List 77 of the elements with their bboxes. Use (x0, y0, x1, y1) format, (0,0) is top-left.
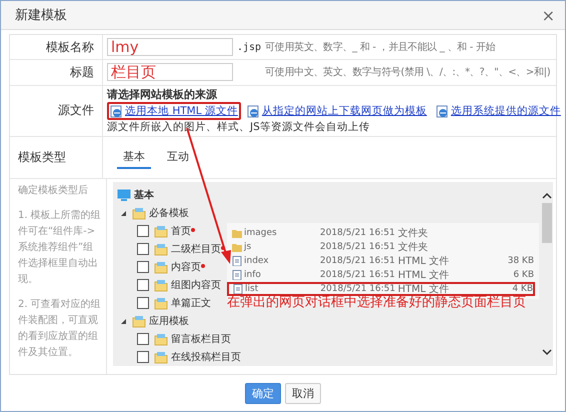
file-size: 6 KB (512, 270, 534, 280)
hint-text: 可使用英文、数字、_ 和 - ，并且不能以 _ 、和 - 开始 (265, 40, 496, 54)
file-name: info (244, 270, 261, 280)
scroll-up-icon (542, 192, 552, 200)
source-link[interactable]: 从指定的网站上下载网页做为模板 (244, 102, 430, 120)
annotation-text: 在弹出的网页对话框中选择准备好的静态页面栏目页 (227, 294, 526, 311)
tab[interactable]: 基本 (117, 146, 151, 170)
folder-icon (154, 332, 168, 346)
folder-icon (154, 242, 168, 256)
tree-item[interactable]: 单篇正文 (171, 296, 211, 310)
file-name: js (244, 242, 252, 252)
file-extension: .jsp (236, 42, 262, 53)
file-name: index (244, 256, 269, 266)
file-type: 文件夹 (398, 226, 429, 240)
folder-icon (154, 350, 168, 364)
source-heading: 请选择网站模板的来源 (107, 87, 217, 102)
file-type: HTML 文件 (398, 254, 450, 268)
file-date: 2018/5/21 16:51 (320, 242, 396, 252)
cancel-button[interactable]: 取消 (285, 382, 321, 404)
input-field[interactable]: lmy (107, 38, 233, 56)
window-title: 新建模板 (15, 7, 67, 24)
monitor-icon (117, 189, 131, 202)
document-icon (436, 104, 449, 118)
checkbox[interactable] (137, 243, 149, 256)
file-name: list (245, 284, 258, 294)
file-date: 2018/5/21 16:51 (320, 256, 396, 266)
tree-item[interactable]: 基本 (134, 188, 154, 202)
input-field[interactable]: 栏目页 (107, 63, 233, 82)
source-note: 源文件所嵌入的图片、样式、JS等资源文件会自动上传 (107, 120, 370, 134)
file-date: 2018/5/21 16:51 (320, 228, 396, 238)
help-text: 2. 可查看对应的组件装配图，可直观的看到应放置的组件及其位置。 (18, 298, 102, 360)
field-label: 标题 (10, 60, 103, 85)
source-link[interactable]: 选用系统提供的源文件 (432, 102, 564, 120)
checkbox[interactable] (137, 297, 149, 310)
document-icon (110, 104, 123, 118)
tree-item[interactable]: 内容页 (171, 260, 201, 274)
help-text: 确定模板类型后 (18, 184, 89, 198)
scroll-down-icon (542, 349, 552, 356)
scrollbar-thumb[interactable] (542, 203, 552, 244)
source-link[interactable]: 选用本地 HTML 源文件 (107, 102, 241, 120)
checkbox[interactable] (137, 225, 149, 238)
tree-item[interactable]: 组图内容页 (171, 278, 221, 292)
folder-icon (132, 206, 146, 220)
tree-item[interactable]: 首页 (171, 224, 191, 238)
file-type: HTML 文件 (398, 268, 450, 282)
tree-item[interactable]: 应用模板 (149, 314, 189, 328)
help-text: 1. 模板上所需的组件可在“组件库->系统推荐组件”组件选择框里自动出现。 (18, 208, 102, 288)
tree-item[interactable]: 二级栏目页 (171, 242, 221, 256)
folder-icon (132, 314, 146, 328)
file-size: 4 KB (511, 284, 534, 294)
hint-text: 可使用中文、英文、数字与符号(禁用 \、/、:、*、?、"、<、>和|) (265, 66, 550, 80)
tab[interactable]: 互动 (161, 146, 195, 170)
file-name: images (244, 228, 277, 238)
file-icon (232, 270, 242, 280)
checkbox[interactable] (137, 333, 149, 346)
file-size: 38 KB (506, 256, 534, 266)
checkbox[interactable] (137, 351, 149, 364)
folder-icon (154, 278, 168, 292)
tree-item[interactable]: 留言板栏目页 (171, 332, 231, 346)
file-icon (232, 256, 242, 266)
checkbox[interactable] (137, 279, 149, 292)
field-label: 源文件 (10, 86, 103, 136)
folder-icon (154, 224, 168, 238)
field-label: 模板名称 (10, 35, 103, 60)
file-type: HTML 文件 (398, 282, 450, 295)
field-label: 模板类型 (10, 137, 103, 178)
checkbox[interactable] (137, 261, 149, 274)
close-button[interactable]: × (542, 6, 555, 24)
folder-icon (154, 296, 168, 310)
folder-icon (154, 260, 168, 274)
file-date: 2018/5/21 16:51 (320, 270, 396, 280)
file-type: 文件夹 (398, 240, 429, 254)
document-icon (246, 104, 260, 118)
file-icon (233, 284, 243, 294)
tree-item[interactable]: 必备模板 (149, 206, 189, 220)
file-date: 2018/5/21 16:51 (320, 284, 396, 294)
tree-item[interactable]: 在线投稿栏目页 (171, 350, 241, 364)
